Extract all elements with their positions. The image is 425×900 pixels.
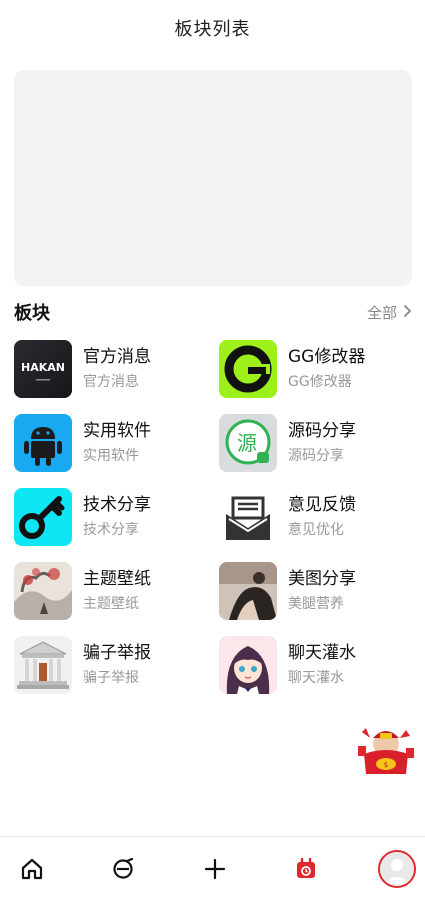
chevron-right-icon [403, 303, 412, 322]
board-desc: 骗子举报 [83, 670, 139, 686]
svg-text:HAKAN: HAKAN [21, 361, 65, 374]
svg-text:$: $ [384, 761, 388, 769]
board-item[interactable]: 源 源码分享 源码分享 [219, 414, 412, 472]
board-item[interactable]: 技术分享 技术分享 [14, 488, 219, 546]
courthouse-icon [14, 636, 72, 694]
board-item[interactable]: 骗子举报 骗子举报 [14, 636, 219, 694]
floating-mascot-badge[interactable]: $ [356, 724, 416, 776]
board-desc: GG修改器 [288, 374, 352, 390]
board-desc: 官方消息 [83, 374, 139, 390]
tab-discover[interactable] [103, 849, 143, 889]
tab-home[interactable] [12, 849, 52, 889]
board-item[interactable]: 美图分享 美腿营养 [219, 562, 412, 620]
board-item[interactable]: GG修改器 GG修改器 [219, 340, 412, 398]
banner-placeholder[interactable] [14, 70, 412, 286]
see-all-link[interactable]: 全部 [367, 302, 412, 323]
board-desc: 源码分享 [288, 448, 344, 464]
board-name: 意见反馈 [288, 495, 356, 515]
wallpaper-painting-icon [14, 562, 72, 620]
photo-thumbnail-icon [219, 562, 277, 620]
page-title: 板块列表 [174, 19, 251, 40]
svg-text:源: 源 [237, 431, 257, 455]
bottom-tab-bar [0, 836, 425, 900]
board-grid: HAKAN 官方消息 官方消息 GG修改器 GG修改器 实用软件 实用软件 源 … [14, 340, 412, 694]
board-name: 主题壁纸 [83, 569, 151, 589]
top-header: 板块列表 [0, 0, 425, 56]
feedback-mailbox-icon [219, 488, 277, 546]
avatar [378, 849, 416, 888]
board-desc: 美腿营养 [288, 596, 344, 612]
tab-add[interactable] [195, 849, 235, 889]
discover-icon [111, 857, 135, 881]
board-item[interactable]: HAKAN 官方消息 官方消息 [14, 340, 219, 398]
board-name: GG修改器 [288, 347, 366, 367]
home-icon [20, 857, 44, 881]
hakan-logo-icon: HAKAN [14, 340, 72, 398]
source-code-icon: 源 [219, 414, 277, 472]
see-all-label: 全部 [366, 303, 397, 322]
board-desc: 聊天灌水 [288, 670, 344, 686]
board-desc: 主题壁纸 [83, 596, 139, 612]
board-item[interactable]: 聊天灌水 聊天灌水 [219, 636, 412, 694]
section-header: 板块 全部 [14, 298, 412, 326]
board-name: 源码分享 [288, 421, 356, 441]
add-icon [204, 858, 226, 880]
board-desc: 实用软件 [83, 448, 139, 464]
board-name: 实用软件 [83, 421, 151, 441]
section-title: 板块 [14, 303, 50, 324]
tab-profile[interactable] [377, 849, 417, 889]
board-item[interactable]: 主题壁纸 主题壁纸 [14, 562, 219, 620]
board-desc: 意见优化 [288, 522, 344, 538]
android-icon [14, 414, 72, 472]
gg-logo-icon [219, 340, 277, 398]
board-name: 官方消息 [83, 347, 151, 367]
board-name: 美图分享 [288, 569, 356, 589]
anime-girl-icon [219, 636, 277, 694]
board-item[interactable]: 意见反馈 意见优化 [219, 488, 412, 546]
board-name: 技术分享 [83, 495, 151, 515]
tab-calendar[interactable] [286, 849, 326, 889]
board-desc: 技术分享 [83, 522, 139, 538]
board-name: 骗子举报 [83, 643, 151, 663]
board-item[interactable]: 实用软件 实用软件 [14, 414, 219, 472]
calendar-icon [294, 857, 318, 881]
key-icon [14, 488, 72, 546]
board-name: 聊天灌水 [288, 643, 356, 663]
